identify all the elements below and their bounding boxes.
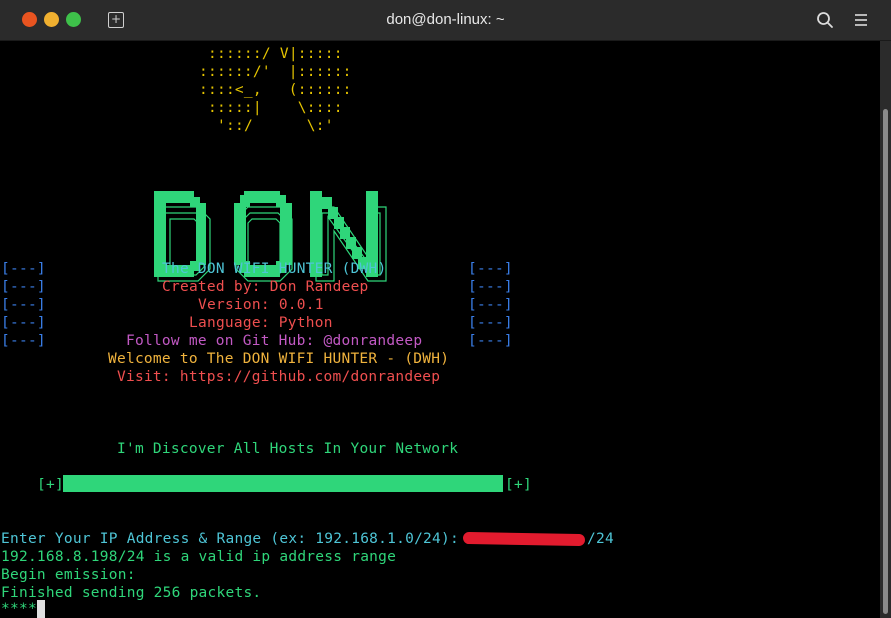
- ip-prompt-label: Enter Your IP Address & Range (ex: 192.1…: [1, 531, 459, 547]
- ascii-art-line: ::::<_, (::::::: [199, 82, 352, 98]
- ascii-art-line: ::::::/' |::::::: [199, 64, 352, 80]
- redaction-mark: [462, 531, 586, 547]
- bracket-left: [---]: [1, 279, 46, 295]
- close-button[interactable]: [22, 12, 37, 27]
- bracket-left: [---]: [1, 261, 46, 277]
- ascii-art-line: ::::::/ V|:::::: [208, 46, 343, 62]
- terminal-window: + don@don-linux: ~ ::::::/ V|::::: :::::…: [0, 0, 891, 618]
- output-line: 192.168.8.198/24 is a valid ip address r…: [1, 549, 397, 565]
- progress-right-marker: [+]: [505, 477, 532, 493]
- title-bar: + don@don-linux: ~: [0, 0, 891, 41]
- ip-prompt-suffix: /24: [587, 531, 614, 547]
- bracket-left: [---]: [1, 333, 46, 349]
- bracket-right: [---]: [468, 279, 513, 295]
- github-follow-line: Follow me on Git Hub: @donrandeep: [126, 333, 423, 349]
- output-stars: ****: [1, 601, 37, 617]
- scrollbar[interactable]: [880, 41, 891, 618]
- app-title-line: The DON WIFI HUNTER (DWH): [162, 261, 387, 277]
- bracket-right: [---]: [468, 261, 513, 277]
- version-line: Version: 0.0.1: [198, 297, 324, 313]
- search-icon[interactable]: [816, 11, 834, 29]
- window-title: don@don-linux: ~: [386, 11, 505, 28]
- visit-link-line: Visit: https://github.com/donrandeep: [117, 369, 441, 385]
- language-line: Language: Python: [189, 315, 333, 331]
- output-line: Begin emission:: [1, 567, 136, 583]
- ascii-art-line: '::/ \:': [217, 118, 334, 134]
- bracket-right: [---]: [468, 297, 513, 313]
- new-tab-icon[interactable]: +: [108, 12, 124, 28]
- discover-line: I'm Discover All Hosts In Your Network: [117, 441, 459, 457]
- bracket-left: [---]: [1, 297, 46, 313]
- bracket-left: [---]: [1, 315, 46, 331]
- scrollbar-thumb[interactable]: [883, 109, 888, 614]
- hamburger-menu-icon[interactable]: [853, 13, 869, 27]
- text-cursor: [37, 600, 45, 618]
- terminal-output[interactable]: ::::::/ V|::::: ::::::/' |:::::: ::::<_,…: [0, 41, 880, 618]
- ascii-art-line: :::::| \::::: [208, 100, 343, 116]
- maximize-button[interactable]: [66, 12, 81, 27]
- bracket-right: [---]: [468, 315, 513, 331]
- minimize-button[interactable]: [44, 12, 59, 27]
- created-by-line: Created by: Don Randeep: [162, 279, 369, 295]
- progress-left-marker: [+]: [37, 477, 64, 493]
- welcome-line: Welcome to The DON WIFI HUNTER - (DWH): [108, 351, 450, 367]
- bracket-right: [---]: [468, 333, 513, 349]
- progress-bar: [63, 475, 503, 492]
